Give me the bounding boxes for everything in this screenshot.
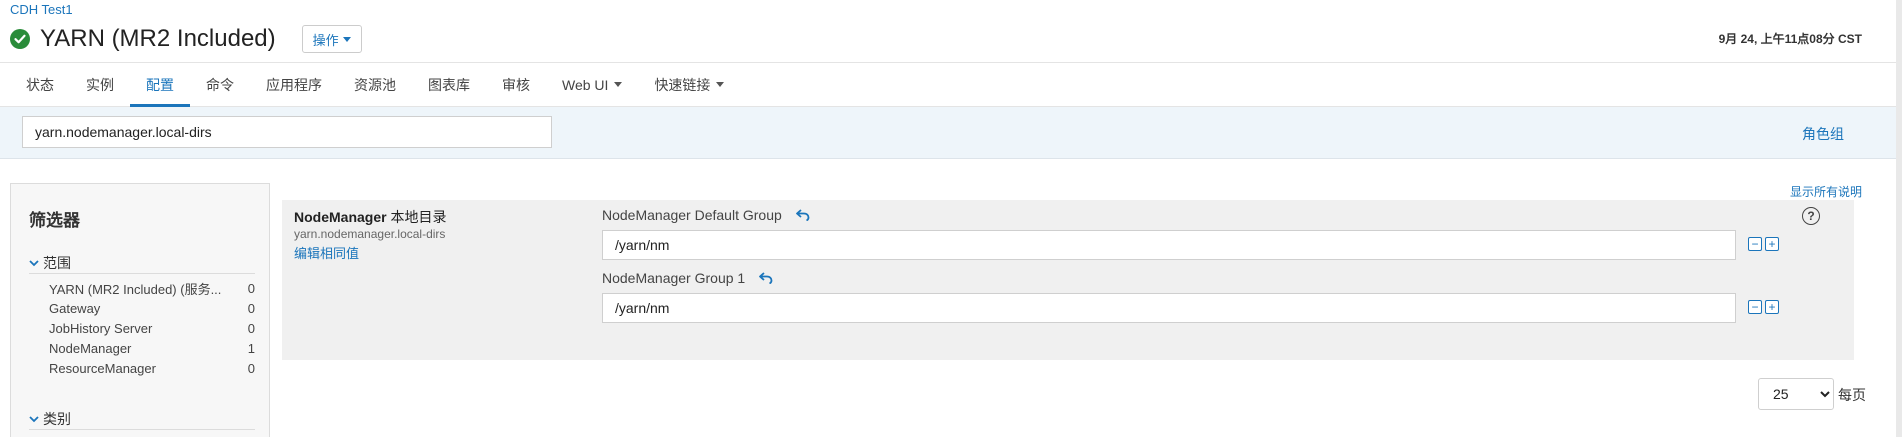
filter-section-label: 类别 [43,410,71,427]
filter-item[interactable]: YARN (MR2 Included) (服务... 0 [29,278,255,298]
tab-quick-links[interactable]: 快速链接 [638,63,740,106]
filter-panel: 筛选器 范围 YARN (MR2 Included) (服务... 0 Gatew… [10,183,270,437]
filter-item-count: 0 [247,300,255,316]
tab-web-ui[interactable]: Web UI [546,63,638,106]
tab-label: 命令 [206,76,234,93]
filter-item[interactable]: Gateway 0 [29,298,255,318]
tab-label: Web UI [562,76,609,93]
filter-scope-list: YARN (MR2 Included) (服务... 0 Gateway 0 Job… [29,278,255,378]
page-scroll-edge [1896,0,1902,437]
tab-resource-pools[interactable]: 资源池 [338,63,412,106]
role-group-label: NodeManager Group 1 [602,270,773,286]
filter-item-count: 1 [247,340,255,356]
caret-down-icon [614,82,623,87]
tab-commands[interactable]: 命令 [190,63,250,106]
per-page-label: 每页 [1838,387,1866,403]
tab-configuration[interactable]: 配置 [130,63,190,107]
service-tabs: 状态 实例 配置 命令 应用程序 资源池 图表库 审核 Web UI 快速链接 [0,62,1896,107]
timestamp: 9月 24, 上午11点08分 CST [1718,32,1862,46]
filter-section-label: 范围 [43,254,71,271]
tab-label: 快速链接 [654,76,711,93]
caret-down-icon [716,82,725,87]
help-icon[interactable]: ? [1802,207,1820,225]
filter-item-label: NodeManager [49,340,132,356]
edit-identical-values-link[interactable]: 编辑相同值 [294,243,359,262]
search-bar-area: 角色组 [0,107,1896,159]
config-property-row: NodeManager 本地目录 yarn.nodemanager.local-… [282,200,1854,360]
tab-label: 实例 [86,76,114,93]
undo-icon[interactable] [759,272,773,284]
chevron-down-icon [29,259,39,266]
role-group-value-input[interactable] [602,293,1736,323]
filter-item[interactable]: JobHistory Server 0 [29,318,255,338]
filter-item-count: 0 [247,280,255,296]
role-groups-link[interactable]: 角色组 [1802,124,1844,144]
role-group-name: NodeManager Default Group [602,207,782,223]
minus-icon[interactable]: − [1748,237,1762,251]
page-header: YARN (MR2 Included) 操作 [10,24,362,54]
tab-instances[interactable]: 实例 [70,63,130,106]
filter-item[interactable]: ResourceManager 0 [29,358,255,378]
breadcrumb-cluster-link[interactable]: CDH Test1 [10,2,73,17]
tab-applications[interactable]: 应用程序 [250,63,338,106]
config-search-input[interactable] [22,116,552,148]
role-group-label: NodeManager Default Group [602,207,810,223]
plus-icon[interactable]: + [1765,237,1779,251]
plus-icon[interactable]: + [1765,300,1779,314]
role-group-value-input[interactable] [602,230,1736,260]
filter-item-label: JobHistory Server [49,320,153,336]
actions-label: 操作 [312,32,339,48]
caret-down-icon [342,36,351,42]
tab-status[interactable]: 状态 [10,63,70,106]
tab-label: 配置 [146,76,174,93]
filter-item-count: 0 [247,360,255,376]
filter-item-count: 0 [247,320,255,336]
undo-icon[interactable] [795,209,810,221]
tab-label: 图表库 [428,76,470,93]
property-display-name: NodeManager 本地目录 [294,207,446,227]
tab-label: 状态 [26,76,54,93]
filter-scope-toggle[interactable]: 范围 [29,252,255,274]
tab-audits[interactable]: 审核 [486,63,546,106]
tab-label: 应用程序 [266,76,322,93]
tab-charts-library[interactable]: 图表库 [412,63,486,106]
page-title: YARN (MR2 Included) [40,25,276,52]
minus-icon[interactable]: − [1748,300,1762,314]
filter-item-label: YARN (MR2 Included) (服务... [49,281,222,297]
role-group-name: NodeManager Group 1 [602,270,746,286]
filter-item[interactable]: NodeManager 1 [29,338,255,358]
property-name-rest: 本地目录 [386,209,447,225]
show-all-descriptions-link[interactable]: 显示所有说明 [1790,183,1862,200]
filter-section-scope: 范围 YARN (MR2 Included) (服务... 0 Gateway 0 … [29,252,255,378]
filter-category-toggle[interactable]: 类别 [29,408,255,430]
property-name-bold: NodeManager [294,209,387,225]
actions-dropdown-button[interactable]: 操作 [301,25,362,53]
filter-title: 筛选器 [29,211,80,230]
row-controls: − + [1748,300,1779,314]
page-size-select[interactable]: 25 [1758,378,1834,410]
filter-item-label: ResourceManager [49,360,156,376]
filter-section-category: 类别 [29,408,255,430]
chevron-down-icon [29,415,39,422]
row-controls: − + [1748,237,1779,251]
check-circle-icon [10,29,30,49]
property-key: yarn.nodemanager.local-dirs [294,227,446,241]
tab-label: 资源池 [354,76,396,93]
tab-label: 审核 [502,76,530,93]
filter-item-label: Gateway [49,300,101,316]
